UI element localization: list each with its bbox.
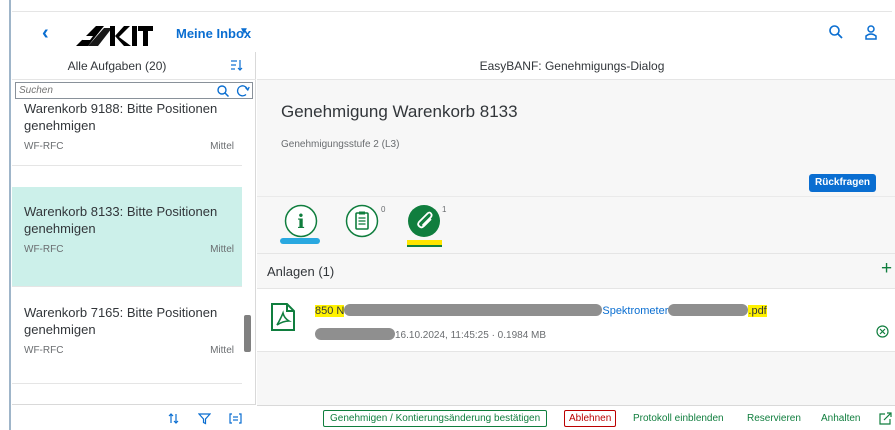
list-item-type: WF-RFC	[24, 141, 64, 152]
left-edge-line	[9, 0, 11, 430]
list-item-priority: Mittel	[210, 244, 234, 255]
top-strip	[0, 0, 895, 15]
sort-direction-icon[interactable]	[167, 412, 180, 425]
redacted-block	[315, 328, 395, 340]
sort-icon[interactable]	[230, 58, 244, 72]
list-item-type: WF-RFC	[24, 244, 64, 255]
add-attachment-button[interactable]: +	[881, 258, 892, 280]
attachments-heading: Anlagen (1)	[267, 264, 335, 279]
detail-title: EasyBANF: Genehmigungs-Dialog	[479, 59, 665, 73]
info-glyph: i	[297, 211, 304, 233]
tab-attachments[interactable]	[407, 204, 441, 238]
approve-button[interactable]: Genehmigen / Kontierungsänderung bestäti…	[323, 410, 548, 427]
refresh-icon[interactable]	[236, 84, 250, 98]
master-header: Alle Aufgaben (20)	[12, 52, 256, 80]
attachment-filename[interactable]: 850 N Spektrometer .pdf	[315, 304, 767, 317]
pdf-file-icon	[271, 303, 295, 331]
list-item-selected[interactable]: Warenkorb 8133: Bitte Positionen genehmi…	[12, 187, 242, 287]
search-input[interactable]	[19, 84, 209, 97]
list-item-type: WF-RFC	[24, 345, 64, 356]
list-item-title: Warenkorb 8133: Bitte Positionen genehmi…	[24, 204, 218, 236]
rueckfragen-button[interactable]: Rückfragen	[809, 174, 877, 192]
tab-notes[interactable]	[345, 204, 379, 238]
attachment-item[interactable]: 850 N Spektrometer .pdf 16.10.2024, 11:45:…	[257, 288, 895, 352]
redacted-block	[344, 304, 603, 316]
left-edge	[0, 0, 11, 430]
master-footer	[12, 404, 256, 430]
object-subtitle: Genehmigungsstufe 2 (L3)	[281, 139, 400, 150]
list-item-title: Warenkorb 9188: Bitte Positionen genehmi…	[24, 101, 218, 133]
detail-panel: EasyBANF: Genehmigungs-Dialog Genehmigun…	[257, 52, 895, 430]
kit-logo	[76, 26, 153, 46]
redacted-block	[668, 304, 749, 316]
hold-button[interactable]: Anhalten	[821, 410, 861, 427]
reject-button[interactable]: Ablehnen	[564, 410, 617, 427]
task-list: Warenkorb 9188: Bitte Positionen genehmi…	[12, 100, 242, 405]
chevron-down-icon[interactable]: ▼	[239, 26, 249, 37]
list-item-title: Warenkorb 7165: Bitte Positionen genehmi…	[24, 305, 218, 337]
info-tab-marker	[280, 238, 320, 244]
info-icon: i	[284, 204, 318, 238]
attachment-meta: 16.10.2024, 11:45:25 · 0.1984 MB	[315, 328, 546, 341]
user-icon[interactable]	[863, 24, 879, 40]
list-item-priority: Mittel	[210, 345, 234, 356]
show-protocol-button[interactable]: Protokoll einblenden	[633, 410, 724, 427]
reserve-button[interactable]: Reservieren	[747, 410, 801, 427]
paperclip-icon	[408, 205, 440, 237]
attachments-count: 1	[442, 205, 447, 214]
filename-prefix: 850 N	[315, 305, 345, 317]
notes-icon	[345, 204, 379, 238]
attachment-date-size: 16.10.2024, 11:45:25 · 0.1984 MB	[395, 330, 547, 341]
share-icon[interactable]	[879, 412, 892, 425]
list-item-priority: Mittel	[210, 141, 234, 152]
notes-count: 0	[381, 205, 386, 214]
attachments-tab-underline	[407, 245, 442, 247]
shell-header: ‹ Meine Inbox ▼	[12, 16, 895, 52]
back-button[interactable]: ‹	[42, 22, 49, 45]
header-divider	[257, 196, 895, 197]
search-icon[interactable]	[828, 24, 844, 40]
search-icon[interactable]	[216, 84, 230, 98]
attachments-section-header: Anlagen (1) +	[257, 254, 895, 287]
footer-toolbar: Genehmigen / Kontierungsänderung bestäti…	[257, 405, 895, 430]
list-item[interactable]: Warenkorb 7165: Bitte Positionen genehmi…	[12, 288, 242, 384]
group-icon[interactable]	[229, 412, 242, 425]
master-title: Alle Aufgaben (20)	[67, 59, 167, 73]
filter-icon[interactable]	[198, 412, 211, 425]
list-item[interactable]: Warenkorb 9188: Bitte Positionen genehmi…	[12, 100, 242, 166]
filename-middle: Spektrometer	[602, 305, 669, 317]
detail-header: EasyBANF: Genehmigungs-Dialog	[257, 52, 895, 80]
tab-info[interactable]: i	[284, 204, 318, 238]
search-field[interactable]	[15, 82, 253, 99]
top-strip-line	[12, 11, 892, 12]
list-scrollbar[interactable]	[244, 315, 251, 352]
object-title: Genehmigung Warenkorb 8133	[281, 102, 518, 121]
master-list-panel: Alle Aufgaben (20) Warenkorb 9188: Bitte…	[12, 52, 256, 430]
delete-icon[interactable]	[876, 325, 889, 338]
filename-extension: .pdf	[748, 305, 767, 317]
